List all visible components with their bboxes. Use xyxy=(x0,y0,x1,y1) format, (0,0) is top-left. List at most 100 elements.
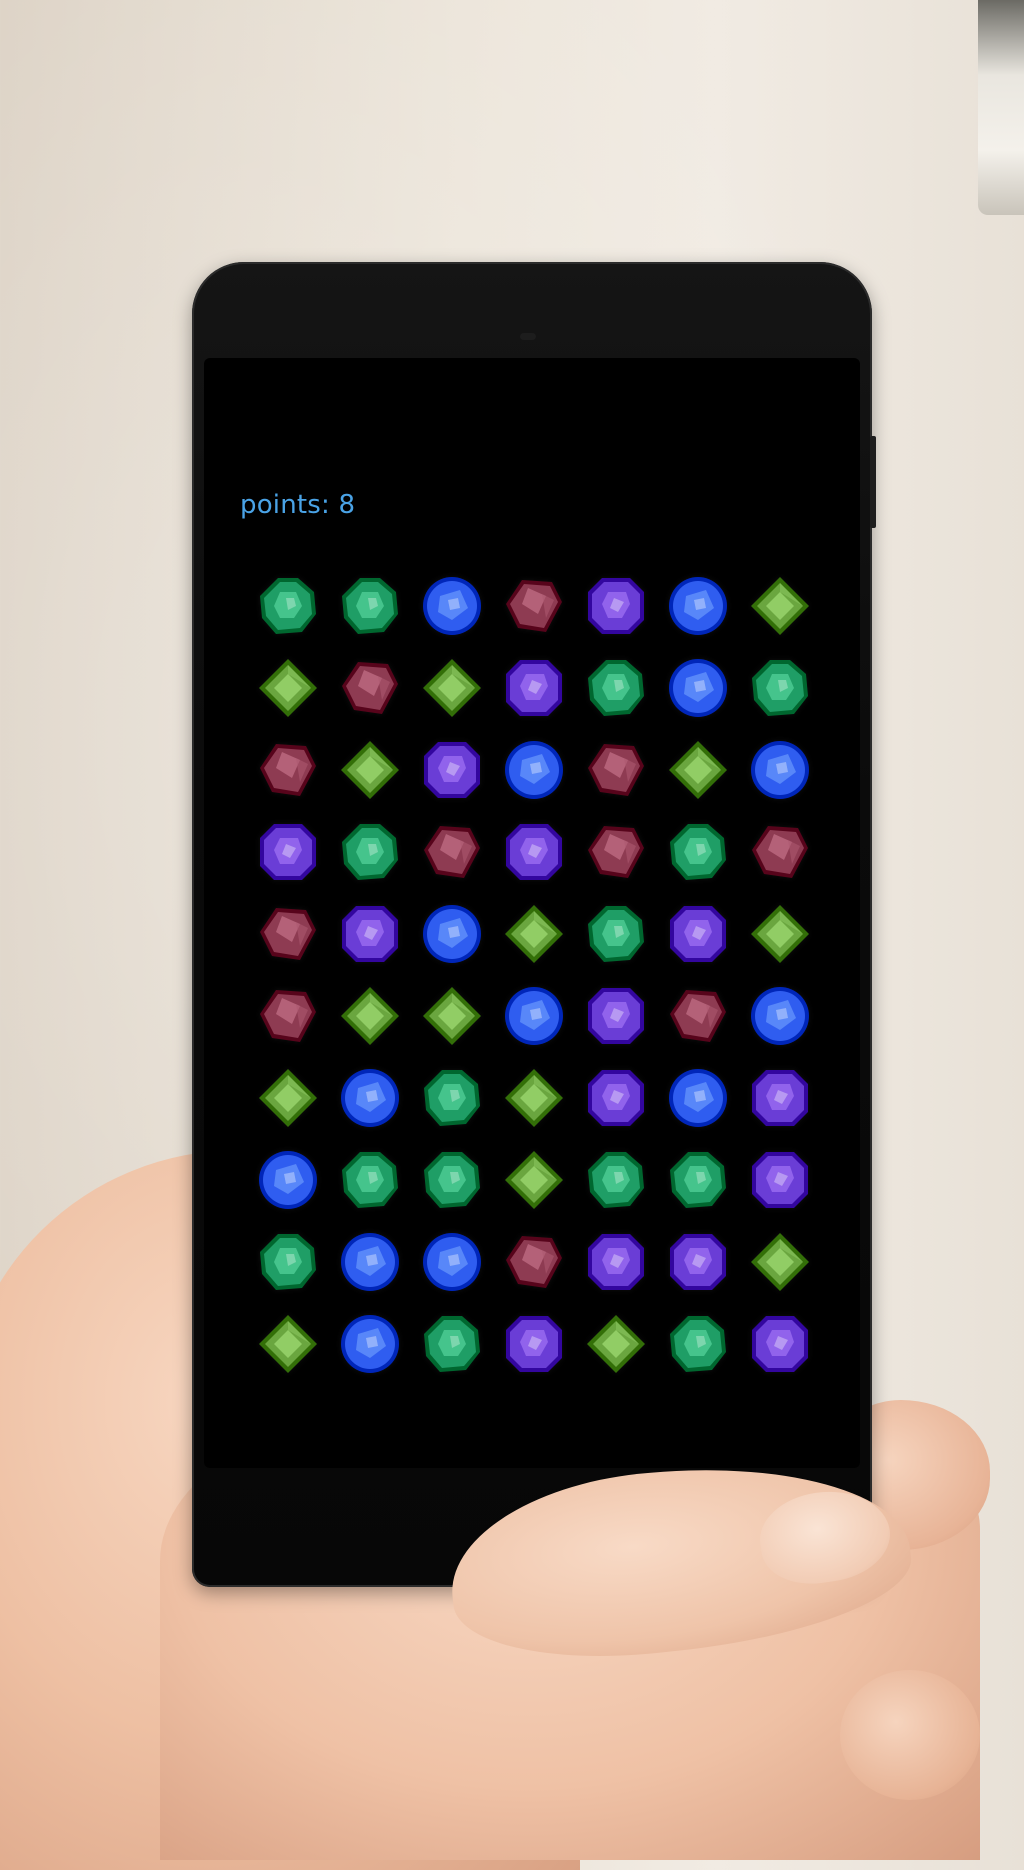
gem-cell[interactable] xyxy=(247,729,329,811)
amethyst-gem-icon xyxy=(506,660,562,716)
gem-cell[interactable] xyxy=(657,1057,739,1139)
gem-cell[interactable] xyxy=(493,893,575,975)
gem-cell[interactable] xyxy=(657,1139,739,1221)
gem-cell[interactable] xyxy=(329,1139,411,1221)
peridot-gem-icon xyxy=(669,741,727,799)
gem-cell[interactable] xyxy=(493,729,575,811)
gem-cell[interactable] xyxy=(739,729,821,811)
gem-cell[interactable] xyxy=(575,1139,657,1221)
gem-cell[interactable] xyxy=(657,893,739,975)
gem-cell[interactable] xyxy=(739,1139,821,1221)
gem-cell[interactable] xyxy=(411,565,493,647)
gem-cell[interactable] xyxy=(657,729,739,811)
gem-cell[interactable] xyxy=(329,1221,411,1303)
gem-cell[interactable] xyxy=(247,1057,329,1139)
emerald-gem-icon xyxy=(588,906,644,962)
sapphire-gem-icon xyxy=(341,1069,399,1127)
peridot-gem-icon xyxy=(505,1151,563,1209)
gem-cell[interactable] xyxy=(247,565,329,647)
gem-cell[interactable] xyxy=(247,893,329,975)
amethyst-gem-icon xyxy=(424,742,480,798)
gem-cell[interactable] xyxy=(493,647,575,729)
emerald-gem-icon xyxy=(588,1152,644,1208)
gem-cell[interactable] xyxy=(329,975,411,1057)
sapphire-gem-icon xyxy=(423,905,481,963)
emerald-gem-icon xyxy=(670,1316,726,1372)
gem-cell[interactable] xyxy=(493,811,575,893)
wall-fixture xyxy=(978,0,1024,215)
gem-cell[interactable] xyxy=(247,1139,329,1221)
gem-cell[interactable] xyxy=(329,893,411,975)
gem-cell[interactable] xyxy=(575,565,657,647)
amethyst-gem-icon xyxy=(506,1316,562,1372)
gem-cell[interactable] xyxy=(575,975,657,1057)
ruby-gem-icon xyxy=(506,580,562,632)
emerald-gem-icon xyxy=(424,1152,480,1208)
gem-cell[interactable] xyxy=(575,729,657,811)
emerald-gem-icon xyxy=(342,824,398,880)
gem-cell[interactable] xyxy=(657,565,739,647)
ruby-gem-icon xyxy=(506,1236,562,1288)
gem-cell[interactable] xyxy=(411,811,493,893)
gem-cell[interactable] xyxy=(411,729,493,811)
gem-cell[interactable] xyxy=(411,1139,493,1221)
gem-cell[interactable] xyxy=(575,1303,657,1385)
gem-grid xyxy=(247,565,827,1373)
gem-cell[interactable] xyxy=(493,1303,575,1385)
gem-cell[interactable] xyxy=(247,1303,329,1385)
sapphire-gem-icon xyxy=(423,1233,481,1291)
gem-cell[interactable] xyxy=(247,811,329,893)
ruby-gem-icon xyxy=(670,990,726,1042)
gem-cell[interactable] xyxy=(575,1221,657,1303)
peridot-gem-icon xyxy=(423,987,481,1045)
gem-cell[interactable] xyxy=(657,1303,739,1385)
gem-cell[interactable] xyxy=(575,811,657,893)
gem-cell[interactable] xyxy=(493,565,575,647)
gem-cell[interactable] xyxy=(739,1303,821,1385)
peridot-gem-icon xyxy=(751,1233,809,1291)
gem-cell[interactable] xyxy=(493,1139,575,1221)
gem-cell[interactable] xyxy=(575,647,657,729)
gem-cell[interactable] xyxy=(411,893,493,975)
finger-right-lower xyxy=(840,1670,980,1800)
gem-cell[interactable] xyxy=(657,1221,739,1303)
gem-cell[interactable] xyxy=(329,811,411,893)
emerald-gem-icon xyxy=(588,660,644,716)
sapphire-gem-icon xyxy=(423,577,481,635)
ruby-gem-icon xyxy=(342,662,398,714)
gem-cell[interactable] xyxy=(739,975,821,1057)
gem-cell[interactable] xyxy=(329,729,411,811)
gem-cell[interactable] xyxy=(739,1221,821,1303)
gem-cell[interactable] xyxy=(739,1057,821,1139)
gem-cell[interactable] xyxy=(411,1303,493,1385)
gem-cell[interactable] xyxy=(739,893,821,975)
gem-cell[interactable] xyxy=(657,647,739,729)
gem-cell[interactable] xyxy=(493,1057,575,1139)
gem-cell[interactable] xyxy=(739,811,821,893)
gem-cell[interactable] xyxy=(575,893,657,975)
gem-cell[interactable] xyxy=(493,1221,575,1303)
amethyst-gem-icon xyxy=(670,906,726,962)
gem-cell[interactable] xyxy=(329,565,411,647)
peridot-gem-icon xyxy=(587,1315,645,1373)
gem-cell[interactable] xyxy=(657,811,739,893)
emerald-gem-icon xyxy=(342,1152,398,1208)
gem-cell[interactable] xyxy=(329,1303,411,1385)
gem-cell[interactable] xyxy=(739,565,821,647)
gem-cell[interactable] xyxy=(739,647,821,729)
gem-cell[interactable] xyxy=(657,975,739,1057)
peridot-gem-icon xyxy=(259,1069,317,1127)
gem-cell[interactable] xyxy=(575,1057,657,1139)
gem-cell[interactable] xyxy=(247,1221,329,1303)
emerald-gem-icon xyxy=(752,660,808,716)
points-label: points: 8 xyxy=(240,490,356,520)
gem-cell[interactable] xyxy=(247,647,329,729)
gem-cell[interactable] xyxy=(247,975,329,1057)
gem-cell[interactable] xyxy=(493,975,575,1057)
gem-cell[interactable] xyxy=(411,647,493,729)
gem-cell[interactable] xyxy=(411,1221,493,1303)
gem-cell[interactable] xyxy=(411,1057,493,1139)
gem-cell[interactable] xyxy=(411,975,493,1057)
gem-cell[interactable] xyxy=(329,647,411,729)
gem-cell[interactable] xyxy=(329,1057,411,1139)
